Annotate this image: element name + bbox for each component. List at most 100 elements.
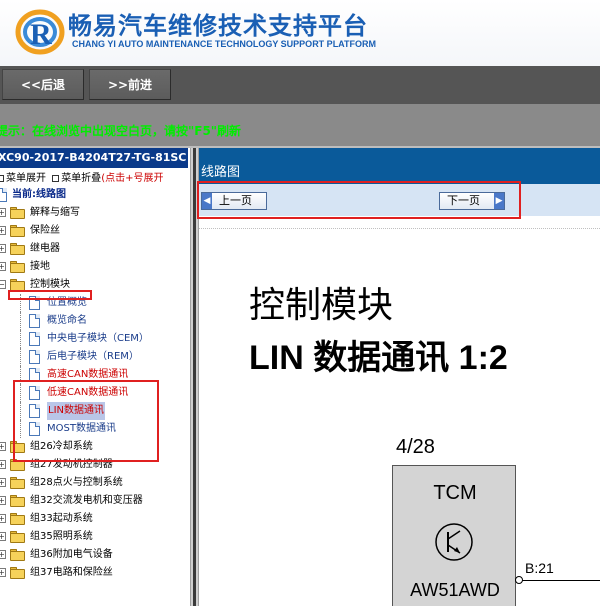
tree-item-label: 继电器 — [30, 243, 60, 254]
tree-page-item[interactable]: 低速CAN数据通讯 — [0, 384, 190, 402]
tree-guide-line — [20, 402, 21, 420]
expand-toggle-icon[interactable]: + — [0, 226, 6, 235]
tree-guide-line — [20, 420, 21, 438]
tree-folder-item[interactable]: + 组28点火与控制系统 — [0, 474, 190, 492]
pager-bar: ◀ 上一页 下一页 ▶ — [199, 184, 600, 216]
tree-folder-item[interactable]: + 解释与缩写 — [0, 204, 190, 222]
divider — [199, 228, 600, 229]
expand-toggle-icon[interactable]: + — [0, 550, 6, 559]
tree-item-label: 组28点火与控制系统 — [30, 477, 123, 488]
hint-text: 提示：在线浏览中出现空白页，请按"F5"刷新 — [0, 124, 242, 138]
folder-icon — [10, 261, 25, 273]
folder-icon — [10, 459, 25, 471]
tree-item-label: 控制模块 — [30, 279, 70, 290]
page-icon — [29, 296, 40, 310]
tree-folder-item[interactable]: + 组26冷却系统 — [0, 438, 190, 456]
folder-icon — [10, 225, 25, 237]
expand-toggle-icon[interactable]: + — [0, 208, 6, 217]
expand-toggle-icon[interactable]: + — [0, 244, 6, 253]
app-subtitle: CHANG YI AUTO MAINTENANCE TECHNOLOGY SUP… — [72, 39, 377, 49]
document-code: XC90-2017-B4204T27-TG-81SC A — [0, 148, 188, 168]
expand-toggle-icon[interactable]: + — [0, 496, 6, 505]
content-panel: 线路图 ◀ 上一页 下一页 ▶ 控制模块 LIN 数据通讯 1:2 4/28 T… — [199, 148, 600, 606]
hint-bar: 提示：在线浏览中出现空白页，请按"F5"刷新 — [0, 104, 600, 148]
tree-page-item[interactable]: 位置概览 — [0, 294, 190, 312]
expand-toggle-icon[interactable]: + — [0, 478, 6, 487]
expand-toggle-icon[interactable]: + — [0, 460, 6, 469]
expand-toggle-icon[interactable]: + — [0, 262, 6, 271]
tree-folder-item[interactable]: + 组33起动系统 — [0, 510, 190, 528]
folder-icon — [10, 513, 25, 525]
splitter-bar — [193, 148, 196, 606]
tree-page-item[interactable]: 后电子模块（REM） — [0, 348, 190, 366]
page-icon — [29, 332, 40, 346]
tree-item-label: 后电子模块（REM） — [47, 351, 139, 362]
collapse-toggle-icon[interactable]: − — [0, 280, 6, 289]
tree-folder-item[interactable]: + 接地 — [0, 258, 190, 276]
forward-button[interactable]: >>前进 — [89, 69, 171, 100]
folder-icon — [10, 441, 25, 453]
tree-guide-line — [20, 330, 21, 348]
next-page-button[interactable]: 下一页 ▶ — [439, 192, 505, 210]
prev-page-button[interactable]: ◀ 上一页 — [201, 192, 267, 210]
tree-item-label: 组33起动系统 — [30, 513, 93, 524]
tree-item-label: 位置概览 — [47, 297, 87, 308]
panel-splitter[interactable] — [190, 148, 199, 606]
diagram-subheading: LIN 数据通讯 1:2 — [249, 339, 508, 377]
tree-folder-item[interactable]: + 组36附加电气设备 — [0, 546, 190, 564]
expand-toggle-icon[interactable]: + — [0, 532, 6, 541]
tree-folder-item[interactable]: + 继电器 — [0, 240, 190, 258]
menu-collapse-label: 菜单折叠 — [61, 173, 102, 184]
diagram-heading: 控制模块 — [249, 285, 394, 326]
back-button[interactable]: <<后退 — [2, 69, 84, 100]
expand-toggle-icon[interactable]: + — [0, 568, 6, 577]
tree-page-item[interactable]: 高速CAN数据通讯 — [0, 366, 190, 384]
page-icon — [0, 188, 7, 202]
tree-item-label: 组26冷却系统 — [30, 441, 93, 452]
tree-guide-line — [20, 294, 21, 312]
arrow-right-icon: ▶ — [494, 193, 504, 209]
tree-guide-line — [20, 384, 21, 402]
tree-page-item[interactable]: 中央电子模块（CEM） — [0, 330, 190, 348]
expand-toggle-icon[interactable]: + — [0, 442, 6, 451]
tree-guide-line — [20, 366, 21, 384]
catalog-tree: + 解释与缩写 + 保险丝 + 继电器 + 接地 − 控制模块 位置概览 概览命名 中央电子模块（CEM… — [0, 204, 190, 582]
module-code: AW51AWD — [410, 580, 500, 600]
connector-dot — [515, 576, 523, 584]
connector-label: B:21 — [525, 560, 554, 576]
tree-page-item[interactable]: 概览命名 — [0, 312, 190, 330]
tree-item-label: MOST数据通讯 — [47, 423, 116, 434]
tree-folder-item[interactable]: + 保险丝 — [0, 222, 190, 240]
nav-toolbar: <<后退 >>前进 — [0, 66, 600, 104]
tree-page-item[interactable]: LIN数据通讯 — [0, 402, 190, 420]
expand-icon — [0, 174, 4, 182]
tree-folder-item[interactable]: + 组37电路和保险丝 — [0, 564, 190, 582]
tree-item-label: 组37电路和保险丝 — [30, 567, 113, 578]
tree-item-label: 保险丝 — [30, 225, 60, 236]
tree-folder-item[interactable]: + 组27发动机控制器 — [0, 456, 190, 474]
page-icon — [29, 386, 40, 400]
signal-wire — [520, 580, 600, 581]
tree-folder-item[interactable]: − 控制模块 — [0, 276, 190, 294]
tree-guide-line — [20, 312, 21, 330]
module-pin-label: 4/28 — [396, 436, 435, 458]
current-location-label: 当前:线路图 — [12, 189, 66, 200]
logo-icon: R — [15, 9, 65, 55]
folder-icon — [10, 567, 25, 579]
folder-icon — [10, 477, 25, 489]
page-icon — [29, 422, 40, 436]
app-header: R 畅易汽车维修技术支持平台 CHANG YI AUTO MAINTENANCE… — [0, 0, 600, 66]
tree-folder-item[interactable]: + 组32交流发电机和变压器 — [0, 492, 190, 510]
page-icon — [29, 404, 40, 418]
tcm-module: TCM AW51AWD — [392, 465, 516, 606]
tree-item-label: 高速CAN数据通讯 — [47, 369, 129, 380]
tree-item-label: LIN数据通讯 — [47, 402, 106, 420]
tree-guide-line — [20, 348, 21, 366]
module-name: TCM — [433, 482, 477, 504]
tree-item-label: 组36附加电气设备 — [30, 549, 113, 560]
tree-folder-item[interactable]: + 组35照明系统 — [0, 528, 190, 546]
prev-page-label: 上一页 — [219, 194, 252, 207]
folder-icon — [10, 279, 25, 291]
tree-page-item[interactable]: MOST数据通讯 — [0, 420, 190, 438]
expand-toggle-icon[interactable]: + — [0, 514, 6, 523]
